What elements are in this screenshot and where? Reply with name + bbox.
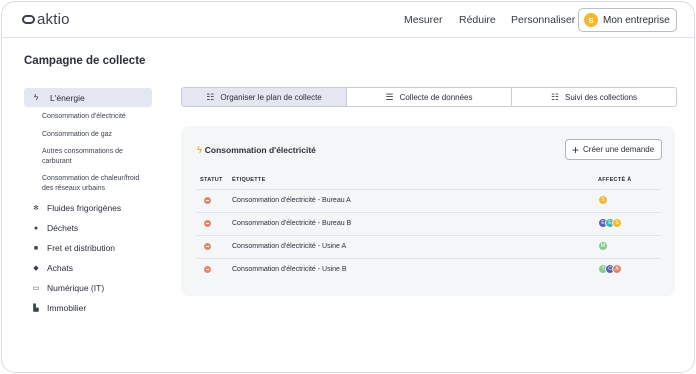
avatar: S — [612, 218, 622, 228]
avatar: M — [598, 241, 608, 251]
app-window: aktio Mesurer Réduire Personnaliser S Mo… — [1, 1, 695, 373]
sidebar-item-fluides[interactable]: ✻ Fluides frigorigènes — [24, 202, 152, 214]
sidebar-subitem-electricite[interactable]: Consommation d'électricité — [24, 112, 152, 122]
table-row[interactable]: Consommation d'électricité - Usine A M — [197, 235, 661, 258]
monitor-icon: ▭ — [32, 285, 40, 292]
status-icon — [204, 197, 211, 204]
column-header-assigned: AFFECTÉ À — [598, 177, 632, 183]
column-header-status: STATUT — [200, 177, 223, 183]
sidebar-item-immobilier[interactable]: ▙ Immobilier — [24, 302, 152, 314]
column-header-label: ÉTIQUETTE — [232, 177, 266, 183]
bolt-icon: ϟ — [34, 93, 39, 102]
nav-personnaliser[interactable]: Personnaliser — [511, 14, 575, 26]
create-request-button[interactable]: + Créer une demande — [565, 139, 662, 160]
sidebar-item-label: Immobilier — [47, 303, 87, 313]
logo-text: aktio — [37, 11, 70, 28]
logo[interactable]: aktio — [22, 11, 70, 28]
company-label: Mon entreprise — [603, 14, 670, 26]
sidebar-subitem-gaz[interactable]: Consommation de gaz — [24, 130, 152, 140]
assignee-avatars: E E S — [598, 218, 622, 228]
nav-reduire[interactable]: Réduire — [459, 14, 496, 26]
truck-icon: ■ — [33, 244, 39, 252]
assignee-avatars: T C A — [598, 264, 622, 274]
status-icon — [204, 266, 211, 273]
tab-collecte[interactable]: ☰ Collecte de données — [347, 88, 512, 106]
plus-icon: + — [572, 142, 580, 157]
nav-mesurer[interactable]: Mesurer — [404, 14, 443, 26]
status-icon — [204, 243, 211, 250]
snowflake-icon: ✻ — [33, 205, 39, 212]
sidebar-item-fret[interactable]: ■ Fret et distribution — [24, 242, 152, 254]
row-label: Consommation d'électricité - Bureau A — [232, 197, 351, 204]
list-icon: ☰ — [385, 91, 394, 102]
tab-label: Suivi des collections — [565, 92, 638, 102]
sidebar-item-label: L'énergie — [50, 92, 85, 103]
row-label: Consommation d'électricité - Usine A — [232, 243, 347, 250]
card-title-text: Consommation d'électricité — [204, 145, 316, 155]
bolt-icon: ϟ — [197, 145, 202, 155]
tab-bar: ☷ Organiser le plan de collecte ☰ Collec… — [181, 87, 677, 107]
assignee-avatars: M — [598, 241, 608, 251]
status-icon — [204, 220, 211, 227]
plan-icon: ☷ — [206, 91, 215, 102]
tab-label: Collecte de données — [399, 92, 473, 102]
sidebar-item-label: Numérique (IT) — [47, 283, 105, 293]
logo-icon — [22, 15, 35, 24]
sidebar-item-numerique[interactable]: ▭ Numérique (IT) — [24, 282, 152, 294]
table-row[interactable]: Consommation d'électricité - Bureau A S — [197, 189, 661, 212]
table-row[interactable]: Consommation d'électricité - Bureau B E … — [197, 212, 661, 235]
page-title: Campagne de collecte — [24, 55, 146, 67]
sidebar-item-achats[interactable]: ◆ Achats — [24, 262, 152, 274]
assignee-avatars: S — [598, 195, 608, 205]
cart-icon: ◆ — [33, 265, 39, 272]
tab-label: Organiser le plan de collecte — [220, 92, 322, 102]
drop-icon: ● — [33, 224, 39, 232]
sidebar-item-label: Fluides frigorigènes — [47, 203, 122, 213]
company-avatar: S — [584, 13, 598, 27]
avatar: S — [598, 195, 608, 205]
company-button[interactable]: S Mon entreprise — [578, 8, 677, 32]
sidebar-subitem-carburant[interactable]: Autres consommations de carburant — [24, 147, 128, 166]
table-row[interactable]: Consommation d'électricité - Usine B T C… — [197, 258, 661, 281]
building-icon: ▙ — [33, 305, 39, 312]
sidebar-item-label: Déchets — [47, 223, 79, 233]
card-title: ϟ Consommation d'électricité — [197, 145, 316, 155]
sidebar-item-label: Achats — [47, 263, 73, 273]
tab-suivi[interactable]: ☷ Suivi des collections — [512, 88, 676, 106]
sidebar-item-dechets[interactable]: ● Déchets — [24, 222, 152, 234]
sidebar-item-label: Fret et distribution — [47, 243, 116, 253]
row-label: Consommation d'électricité - Usine B — [232, 266, 347, 273]
top-bar: aktio Mesurer Réduire Personnaliser S Mo… — [2, 2, 694, 38]
checklist-icon: ☷ — [550, 91, 560, 102]
sidebar-subitem-chaleur[interactable]: Consommation de chaleur/froid des réseau… — [24, 174, 144, 193]
sidebar-item-energie[interactable]: ϟ L'énergie — [24, 88, 152, 107]
tab-organiser[interactable]: ☷ Organiser le plan de collecte — [182, 88, 347, 106]
sidebar: ϟ L'énergie Consommation d'électricité C… — [24, 88, 152, 314]
create-request-label: Créer une demande — [583, 145, 655, 154]
avatar: A — [612, 264, 622, 274]
row-label: Consommation d'électricité - Bureau B — [232, 220, 352, 227]
collection-card: ϟ Consommation d'électricité + Créer une… — [181, 126, 675, 296]
